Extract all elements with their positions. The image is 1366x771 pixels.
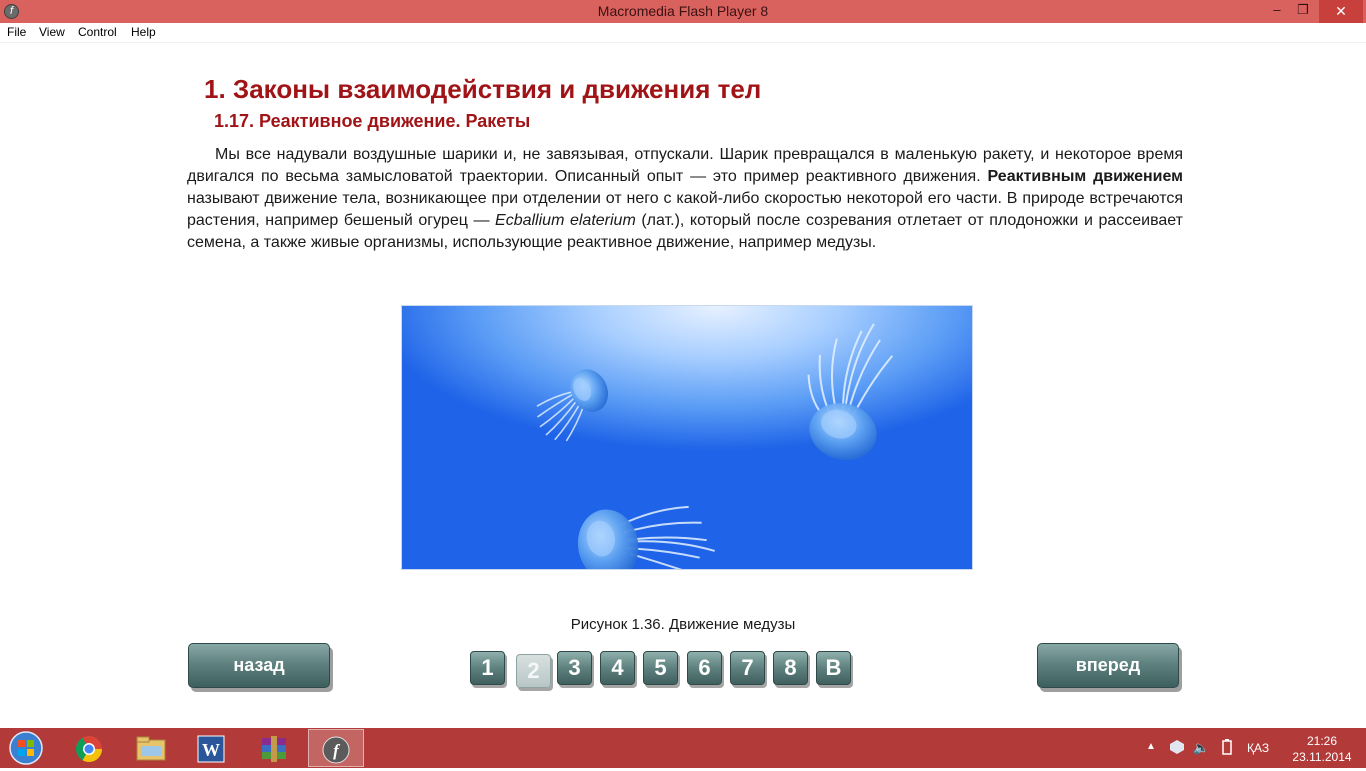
network-icon[interactable] xyxy=(1168,738,1186,759)
word-icon: W xyxy=(197,735,225,763)
menu-file[interactable]: File xyxy=(7,25,26,39)
jellyfish-small xyxy=(536,369,609,442)
figure-caption: Рисунок 1.36. Движение медузы xyxy=(570,616,796,633)
winrar-icon xyxy=(262,736,286,762)
taskbar-flash-player[interactable]: f xyxy=(308,729,364,767)
battery-icon[interactable] xyxy=(1222,739,1232,758)
jellyfish-bottom xyxy=(577,505,715,569)
taskbar-clock[interactable]: 21:26 23.11.2014 xyxy=(1290,733,1354,765)
language-indicator[interactable]: ҚАЗ xyxy=(1247,741,1269,755)
clock-time: 21:26 xyxy=(1306,734,1338,748)
page-button-7[interactable]: 7 xyxy=(730,651,765,685)
jellyfish-right xyxy=(807,323,894,460)
taskbar-word[interactable]: W xyxy=(184,729,240,767)
close-button[interactable]: ✕ xyxy=(1319,0,1363,23)
title-bar[interactable]: f Macromedia Flash Player 8 ‒ ❐ ✕ xyxy=(0,0,1366,23)
clock-date: 23.11.2014 xyxy=(1292,750,1352,764)
taskbar-explorer[interactable] xyxy=(123,729,179,767)
flash-player-icon: f xyxy=(322,736,350,764)
taskbar-winrar[interactable] xyxy=(246,729,302,767)
back-button[interactable]: назад xyxy=(188,643,330,688)
forward-button[interactable]: вперед xyxy=(1037,643,1179,688)
page-button-5[interactable]: 5 xyxy=(643,651,678,685)
jellyfish-illustration xyxy=(536,323,894,569)
page-button-8[interactable]: 8 xyxy=(773,651,808,685)
maximize-button[interactable]: ❐ xyxy=(1290,0,1316,23)
minimize-button[interactable]: ‒ xyxy=(1264,0,1290,23)
show-hidden-icons[interactable]: ▲ xyxy=(1146,741,1156,752)
page-title: 1. Законы взаимодействия и движения тел xyxy=(204,74,762,104)
paragraph-term: Реактивным движением xyxy=(987,168,1184,185)
jellyfish-animation xyxy=(401,305,973,570)
volume-icon[interactable]: 🔈 xyxy=(1193,740,1209,756)
page-button-2[interactable]: 2 xyxy=(516,654,551,688)
menu-bar: File View Control Help xyxy=(0,23,1366,43)
windows-logo-icon xyxy=(9,731,43,765)
menu-view[interactable]: View xyxy=(39,25,65,39)
page-button-1[interactable]: 1 xyxy=(470,651,505,685)
menu-help[interactable]: Help xyxy=(131,25,156,39)
taskbar: W f ▲ 🔈 ҚАЗ xyxy=(0,728,1366,768)
svg-text:W: W xyxy=(202,740,220,760)
start-button[interactable] xyxy=(6,730,46,766)
chrome-icon xyxy=(75,736,103,763)
paragraph-latin-name: Ecballium elaterium xyxy=(495,212,636,229)
page-button-4[interactable]: 4 xyxy=(600,651,635,685)
page-button-questions[interactable]: В xyxy=(816,651,851,685)
window-title: Macromedia Flash Player 8 xyxy=(597,3,769,19)
menu-control[interactable]: Control xyxy=(78,25,117,39)
file-explorer-icon xyxy=(136,736,166,761)
body-paragraph: Мы все надували воздушные шарики и, не з… xyxy=(187,144,1183,254)
page-button-3[interactable]: 3 xyxy=(557,651,592,685)
section-title: 1.17. Реактивное движение. Ракеты xyxy=(214,111,531,131)
taskbar-chrome[interactable] xyxy=(62,729,118,767)
page-button-6[interactable]: 6 xyxy=(687,651,722,685)
